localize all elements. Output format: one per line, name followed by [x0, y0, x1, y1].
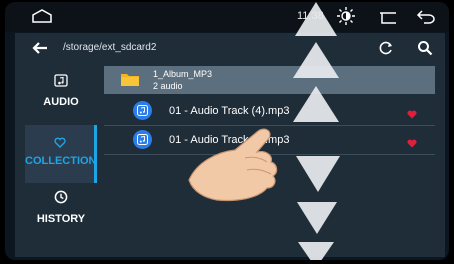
heart-outline-icon	[25, 137, 94, 151]
swipe-up-arrow-icon	[293, 42, 339, 83]
search-icon[interactable]	[417, 40, 433, 61]
swipe-down-arrow-icon	[298, 242, 334, 260]
refresh-icon[interactable]	[378, 40, 394, 61]
brightness-icon[interactable]	[337, 7, 355, 30]
sidebar-item-history[interactable]: HISTORY	[25, 190, 97, 248]
music-folder-icon	[25, 73, 97, 90]
track-title: 01 - Audio Track (4).mp3	[169, 105, 290, 117]
swipe-down-arrow-icon	[296, 156, 340, 197]
favorite-heart-icon[interactable]	[407, 106, 417, 124]
favorite-heart-icon[interactable]	[407, 135, 417, 153]
folder-icon	[120, 71, 140, 92]
sidebar-item-audio[interactable]: AUDIO	[25, 73, 97, 131]
recent-apps-icon[interactable]	[377, 9, 399, 30]
pointing-hand-icon	[187, 122, 297, 207]
music-note-icon	[133, 130, 152, 149]
swipe-up-arrow-icon	[293, 86, 339, 127]
status-bar: 11:38	[5, 2, 449, 32]
sidebar-item-label: AUDIO	[43, 96, 79, 108]
clock-icon	[25, 190, 97, 207]
folder-title: 1_Album_MP3	[153, 69, 213, 79]
sidebar: AUDIO COLLECTION HISTORY	[15, 65, 97, 257]
screen: 11:38 /storage/ext	[5, 2, 449, 260]
swipe-up-arrow-icon	[295, 2, 337, 41]
swipe-down-arrow-icon	[297, 202, 337, 239]
current-path: /storage/ext_sdcard2	[63, 42, 157, 53]
back-icon[interactable]	[415, 8, 437, 29]
home-icon[interactable]	[31, 8, 53, 29]
folder-row[interactable]: 1_Album_MP3 2 audio	[104, 66, 435, 94]
folder-subtitle: 2 audio	[153, 81, 183, 91]
sidebar-item-collection[interactable]: COLLECTION	[25, 125, 97, 183]
path-bar: /storage/ext_sdcard2	[15, 33, 445, 63]
sidebar-item-label: COLLECTION	[25, 155, 97, 167]
sidebar-item-label: HISTORY	[36, 213, 86, 225]
path-back-icon[interactable]	[32, 41, 48, 59]
music-note-icon	[133, 101, 152, 120]
